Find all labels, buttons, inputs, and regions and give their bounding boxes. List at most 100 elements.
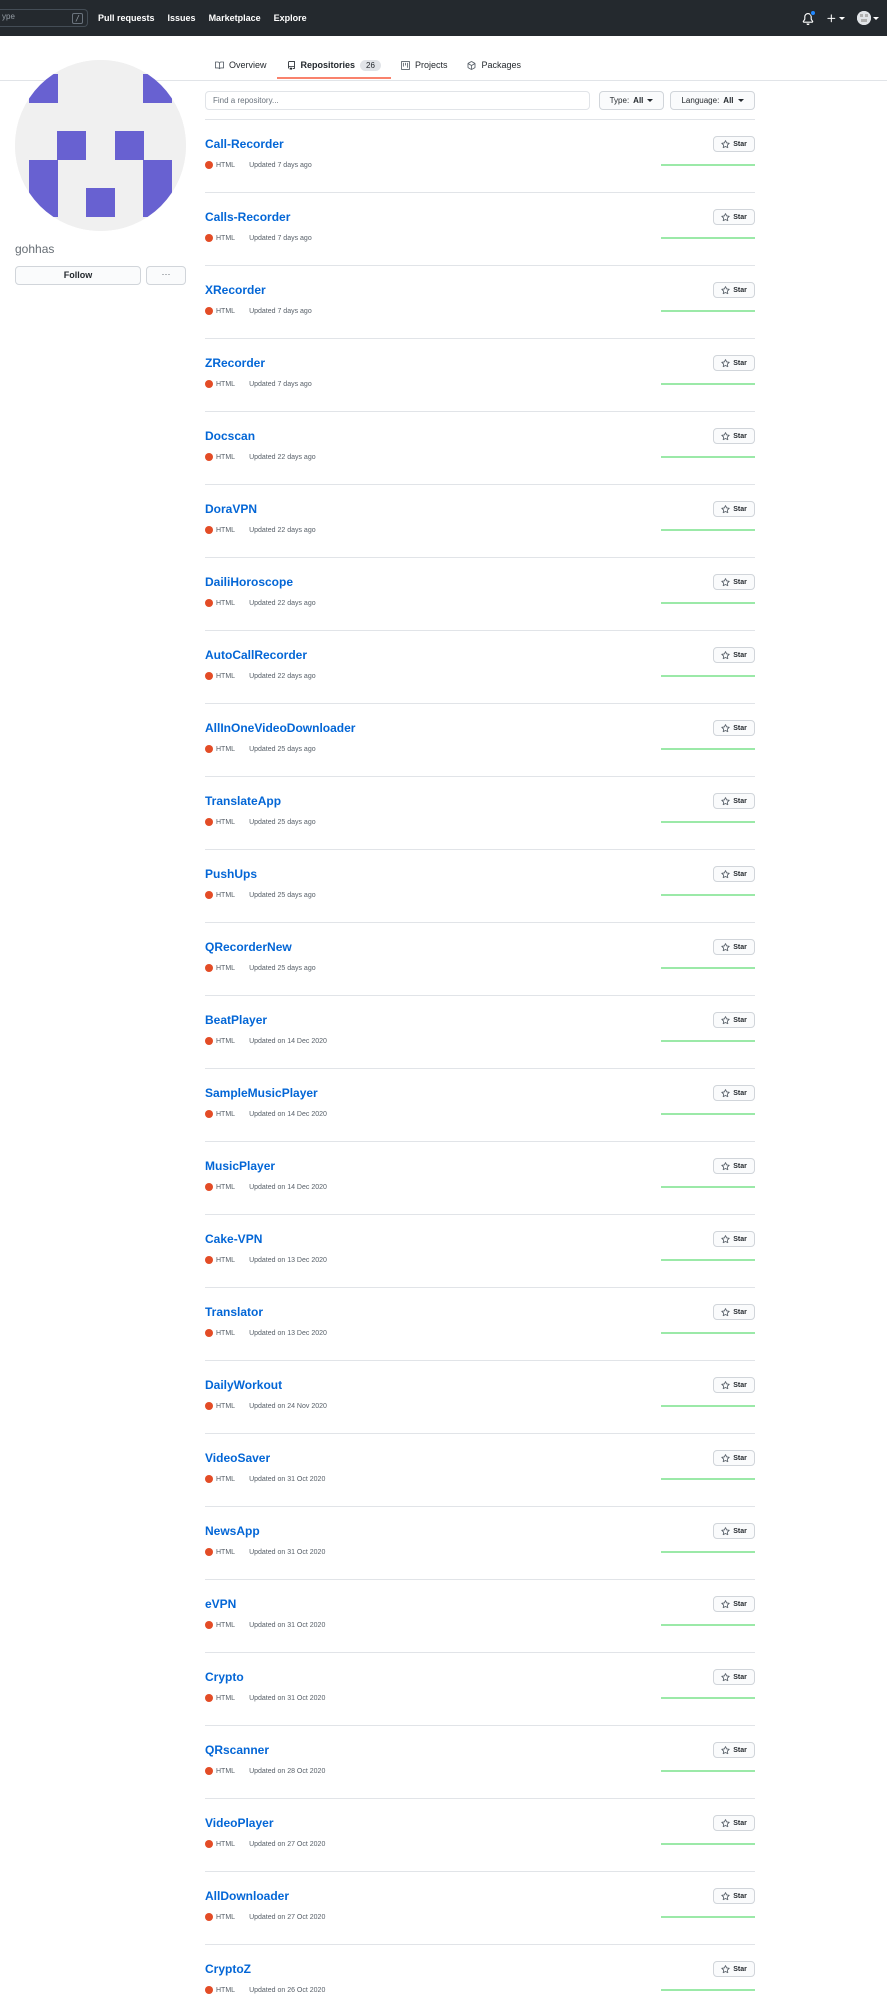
repo-meta: HTML Updated 7 days ago [205,307,312,315]
star-button[interactable]: Star [713,1450,755,1466]
star-button[interactable]: Star [713,1012,755,1028]
star-button[interactable]: Star [713,1377,755,1393]
tab-overview-label: Overview [229,60,267,70]
profile-avatar[interactable] [15,60,186,231]
repository-search-input[interactable] [205,91,590,110]
repo-name-link[interactable]: DoraVPN [205,502,257,516]
repo-name-link[interactable]: VideoPlayer [205,1816,273,1830]
activity-sparkline [661,1332,755,1334]
repo-name-link[interactable]: PushUps [205,867,257,881]
tab-projects[interactable]: Projects [391,53,458,79]
star-label: Star [733,870,747,878]
global-search-input[interactable]: ype / [0,9,88,27]
star-button[interactable]: Star [713,1231,755,1247]
repo-name-link[interactable]: TranslateApp [205,794,281,808]
repo-meta: HTML Updated 22 days ago [205,453,316,461]
bell-icon[interactable] [802,10,816,25]
repo-name-link[interactable]: MusicPlayer [205,1159,275,1173]
star-button[interactable]: Star [713,720,755,736]
star-button[interactable]: Star [713,1815,755,1831]
star-button[interactable]: Star [713,1888,755,1904]
repo-name-link[interactable]: VideoSaver [205,1451,270,1465]
repo-name-link[interactable]: eVPN [205,1597,236,1611]
repo-meta: HTML Updated on 14 Dec 2020 [205,1110,327,1118]
star-button[interactable]: Star [713,1304,755,1320]
repo-language: HTML [216,1183,236,1191]
star-label: Star [733,1308,747,1316]
repo-list-item: MusicPlayer HTML Updated on 14 Dec 2020 Sta… [205,1141,755,1214]
repo-name-link[interactable]: SampleMusicPlayer [205,1086,318,1100]
repo-list-item: XRecorder HTML Updated 7 days ago Star [205,265,755,338]
repo-name-link[interactable]: AllInOneVideoDownloader [205,721,355,735]
language-color-dot [205,891,213,899]
star-button[interactable]: Star [713,939,755,955]
star-button[interactable]: Star [713,1596,755,1612]
repo-language: HTML [216,1329,236,1337]
repo-name-link[interactable]: Docscan [205,429,255,443]
star-button[interactable]: Star [713,501,755,517]
star-button[interactable]: Star [713,647,755,663]
nav-marketplace[interactable]: Marketplace [209,13,261,23]
follow-button[interactable]: Follow [15,266,141,285]
repo-name-link[interactable]: XRecorder [205,283,266,297]
star-button[interactable]: Star [713,1085,755,1101]
repo-name-link[interactable]: NewsApp [205,1524,260,1538]
star-label: Star [733,1746,747,1754]
repo-name-link[interactable]: DailyWorkout [205,1378,282,1392]
star-icon [721,1453,730,1462]
repo-list-item: SampleMusicPlayer HTML Updated on 14 Dec 2… [205,1068,755,1141]
repo-name-link[interactable]: DailiHoroscope [205,575,293,589]
star-button[interactable]: Star [713,428,755,444]
tab-repositories-label: Repositories [300,60,356,70]
star-label: Star [733,651,747,659]
language-filter-dropdown[interactable]: Language: All [670,91,755,110]
star-button[interactable]: Star [713,1961,755,1977]
star-button[interactable]: Star [713,1158,755,1174]
repo-name-link[interactable]: Call-Recorder [205,137,284,151]
repo-name-link[interactable]: Calls-Recorder [205,210,290,224]
repo-language: HTML [216,1767,236,1775]
repo-name-link[interactable]: BeatPlayer [205,1013,267,1027]
star-button[interactable]: Star [713,209,755,225]
star-button[interactable]: Star [713,1523,755,1539]
tab-repositories[interactable]: Repositories 26 [276,53,391,79]
star-button[interactable]: Star [713,136,755,152]
create-new-dropdown[interactable] [826,13,845,24]
star-button[interactable]: Star [713,574,755,590]
tab-packages[interactable]: Packages [457,53,531,79]
nav-explore[interactable]: Explore [274,13,307,23]
star-button[interactable]: Star [713,1742,755,1758]
nav-pull-requests[interactable]: Pull requests [98,13,155,23]
repo-name-link[interactable]: AutoCallRecorder [205,648,307,662]
more-options-button[interactable]: ··· [146,266,186,285]
star-button[interactable]: Star [713,355,755,371]
activity-sparkline [661,1624,755,1626]
star-label: Star [733,359,747,367]
repo-name-link[interactable]: Crypto [205,1670,244,1684]
star-button[interactable]: Star [713,1669,755,1685]
repo-name-link[interactable]: QRscanner [205,1743,269,1757]
type-filter-dropdown[interactable]: Type: All [599,91,664,110]
activity-sparkline [661,1405,755,1407]
repo-list-item: QRscanner HTML Updated on 28 Oct 2020 Star [205,1725,755,1798]
repo-list-item: Calls-Recorder HTML Updated 7 days ago Star [205,192,755,265]
star-button[interactable]: Star [713,793,755,809]
star-button[interactable]: Star [713,282,755,298]
repo-updated: Updated on 13 Dec 2020 [249,1329,327,1337]
repo-name-link[interactable]: CryptoZ [205,1962,251,1976]
star-label: Star [733,724,747,732]
star-button[interactable]: Star [713,866,755,882]
repo-name-link[interactable]: ZRecorder [205,356,265,370]
nav-issues[interactable]: Issues [168,13,196,23]
star-label: Star [733,578,747,586]
user-menu-dropdown[interactable] [857,11,879,25]
repositories-count: 26 [360,59,381,71]
repo-name-link[interactable]: AllDownloader [205,1889,289,1903]
repo-language: HTML [216,1548,236,1556]
repo-list-item: DoraVPN HTML Updated 22 days ago Star [205,484,755,557]
star-label: Star [733,1965,747,1973]
repo-name-link[interactable]: Cake-VPN [205,1232,262,1246]
repo-name-link[interactable]: Translator [205,1305,263,1319]
repo-name-link[interactable]: QRecorderNew [205,940,292,954]
tab-overview[interactable]: Overview [205,53,277,79]
